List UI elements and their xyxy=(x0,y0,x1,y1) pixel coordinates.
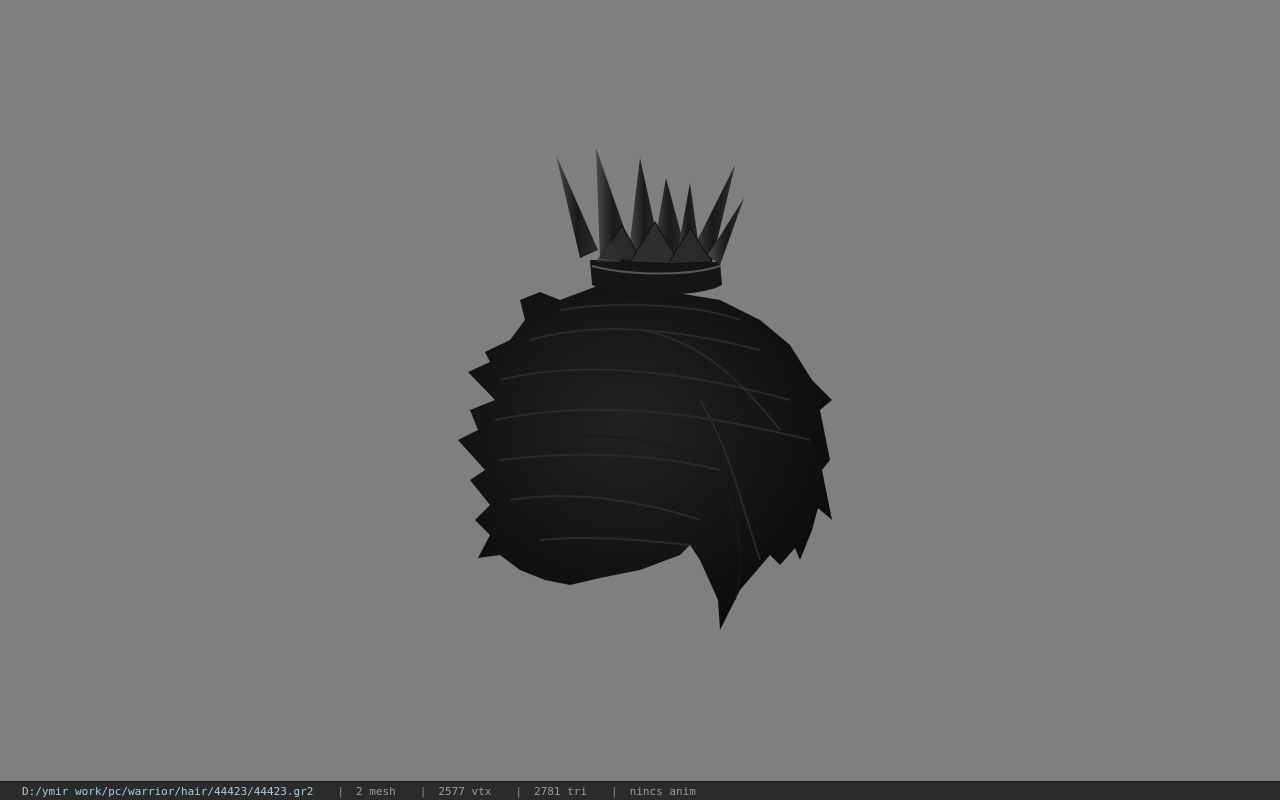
vertex-count: 2577 vtx xyxy=(438,784,492,798)
hair-mesh xyxy=(458,285,832,630)
separator: | xyxy=(419,784,427,798)
separator: | xyxy=(611,784,618,798)
separator: | xyxy=(515,784,523,798)
triangle-count: 2781 tri xyxy=(534,784,587,798)
status-bar: D:/ymir work/pc/warrior/hair/44423/44423… xyxy=(0,781,1280,800)
hair-crown-model[interactable] xyxy=(0,0,1280,781)
animation-status: nincs anim xyxy=(629,784,696,798)
separator: | xyxy=(337,784,345,798)
mesh-count: 2 mesh xyxy=(356,784,396,798)
3d-viewport[interactable] xyxy=(0,0,1280,781)
crown-mesh xyxy=(556,148,744,295)
file-path: D:/ymir work/pc/warrior/hair/44423/44423… xyxy=(22,784,314,798)
